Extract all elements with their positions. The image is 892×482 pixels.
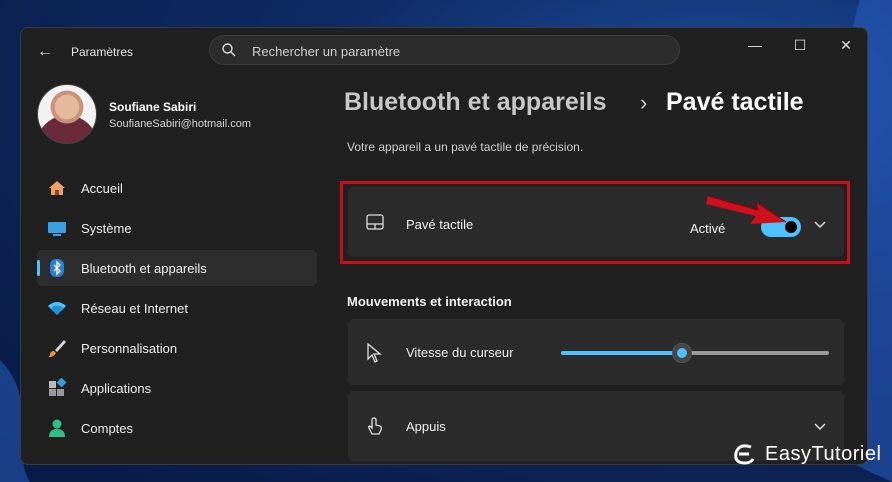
sidebar-item-reseau[interactable]: Réseau et Internet	[37, 290, 317, 326]
section-title: Mouvements et interaction	[347, 294, 512, 309]
active-indicator	[37, 260, 40, 276]
cursor-speed-slider[interactable]	[561, 343, 829, 363]
cursor-icon	[367, 343, 382, 363]
slider-fill	[561, 351, 682, 355]
title-bar: ← Paramètres — ☐ ✕	[21, 28, 867, 74]
sidebar-item-label: Comptes	[81, 421, 134, 436]
account-icon	[49, 419, 65, 437]
breadcrumb-separator: ›	[640, 90, 648, 115]
sidebar-item-label: Bluetooth et appareils	[81, 261, 207, 276]
search-icon	[222, 43, 236, 57]
taps-label: Appuis	[406, 419, 446, 434]
user-email: SoufianeSabiri@hotmail.com	[109, 118, 252, 130]
sidebar-nav: Accueil Système Bluetooth et appareils R…	[37, 170, 317, 450]
chevron-down-icon[interactable]	[814, 418, 826, 434]
cursor-speed-label: Vitesse du curseur	[406, 345, 514, 360]
sidebar-item-comptes[interactable]: Comptes	[37, 410, 317, 446]
avatar[interactable]	[37, 84, 97, 144]
sidebar-item-systeme[interactable]: Système	[37, 210, 317, 246]
home-icon	[49, 181, 65, 195]
cursor-speed-card: Vitesse du curseur	[348, 319, 844, 385]
search-input[interactable]	[250, 40, 654, 62]
user-name: Soufiane Sabiri	[109, 100, 197, 114]
slider-thumb[interactable]	[671, 343, 692, 363]
page-description: Votre appareil a un pavé tactile de préc…	[347, 140, 584, 154]
sidebar-item-bluetooth[interactable]: Bluetooth et appareils	[37, 250, 317, 286]
sidebar-item-accueil[interactable]: Accueil	[37, 170, 317, 206]
watermark-text: EasyTutoriel	[765, 443, 882, 465]
watermark-logo-icon	[734, 444, 755, 465]
close-button[interactable]: ✕	[831, 34, 861, 56]
red-arrow-icon	[706, 195, 787, 224]
sidebar-item-applications[interactable]: Applications	[37, 370, 317, 406]
back-arrow-icon[interactable]: ←	[35, 42, 55, 62]
sidebar-item-label: Personnalisation	[81, 341, 178, 356]
sidebar-item-label: Applications	[81, 381, 152, 396]
wifi-icon	[48, 302, 66, 315]
brush-icon	[48, 340, 66, 358]
app-title: Paramètres	[71, 45, 134, 59]
sidebar-item-label: Réseau et Internet	[81, 301, 188, 316]
breadcrumb-parent[interactable]: Bluetooth et appareils	[344, 88, 607, 117]
apps-icon	[49, 378, 67, 396]
sidebar-item-label: Accueil	[81, 181, 123, 196]
search-box[interactable]	[209, 35, 680, 65]
bluetooth-icon	[50, 259, 64, 277]
settings-window: ← Paramètres — ☐ ✕ Soufiane Sabiri Soufi…	[20, 27, 868, 465]
page-title: Pavé tactile	[666, 88, 804, 116]
maximize-button[interactable]: ☐	[785, 34, 815, 56]
sidebar-item-label: Système	[81, 221, 132, 236]
minimize-button[interactable]: —	[740, 34, 770, 56]
tap-hand-icon	[368, 417, 382, 435]
sidebar-item-personnalisation[interactable]: Personnalisation	[37, 330, 317, 366]
monitor-icon	[48, 222, 66, 236]
